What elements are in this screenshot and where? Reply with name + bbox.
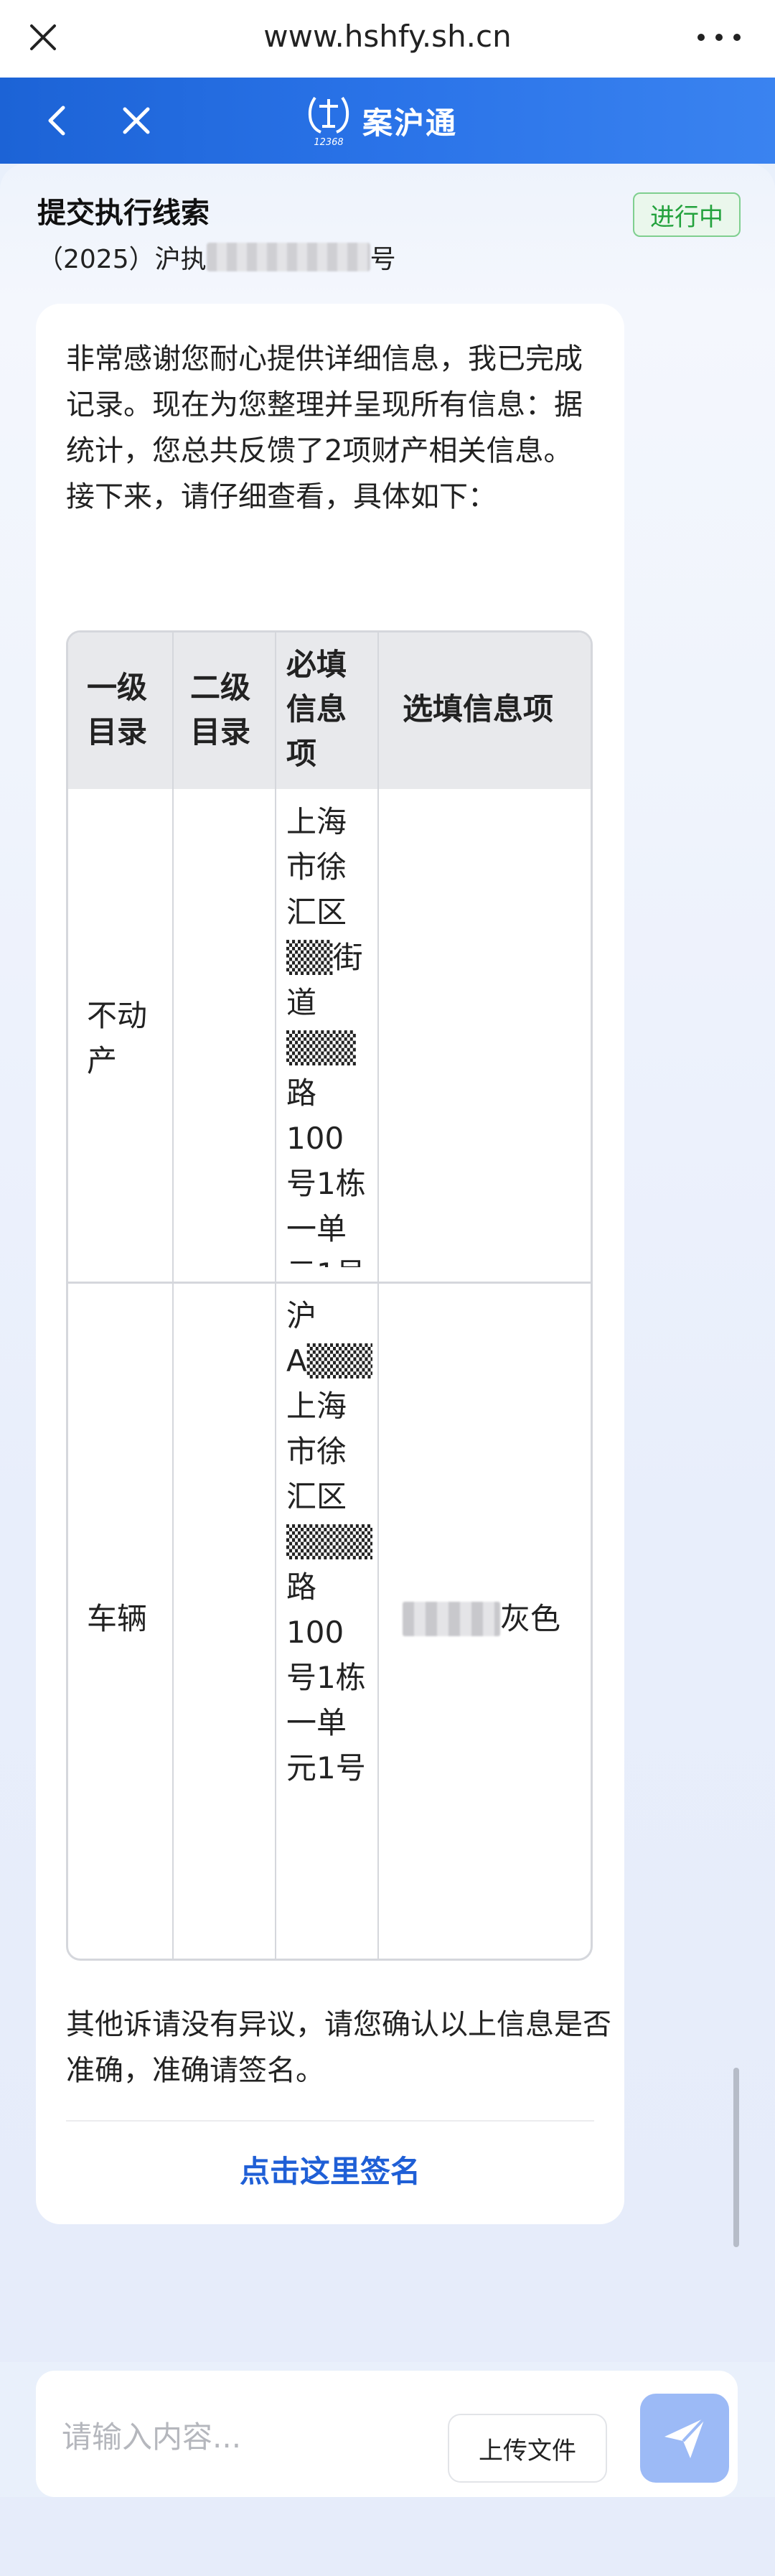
court-logo-icon: 12368 [308, 96, 349, 148]
composer: 上传文件 [36, 2371, 738, 2497]
asset-table: 一级目录 二级目录 必填信息项 选填信息项 不动产 上海市徐汇区▒▒街道▒▒▒路… [66, 630, 593, 1961]
header-level1: 一级目录 [87, 670, 148, 750]
message-intro: 非常感谢您耐心提供详细信息，我已完成记录。现在为您整理并呈现所有信息：据统计，您… [66, 342, 583, 513]
more-icon [698, 34, 705, 41]
row1-required: 上海市徐汇区▒▒街道▒▒▒路100号1栋一单元1号 [286, 799, 372, 1267]
header-optional: 选填信息项 [403, 691, 554, 727]
redacted-case-number [206, 243, 370, 271]
status-badge: 进行中 [633, 192, 741, 237]
case-number-suffix: 号 [370, 245, 396, 274]
row2-required: 沪A▒▒▒，上海市徐汇区▒▒▒▒路100号1栋一单元1号 [286, 1293, 372, 1939]
column-divider [172, 633, 174, 1959]
case-summary: 提交执行线索 （2025）沪执 号 进行中 [0, 164, 775, 304]
back-icon [48, 106, 65, 136]
browser-more-button[interactable] [698, 20, 741, 55]
app-header: 12368 案沪通 [0, 78, 775, 164]
send-icon [664, 2417, 706, 2458]
row-divider [68, 1282, 591, 1284]
back-button[interactable] [36, 99, 79, 142]
column-divider [275, 633, 276, 1959]
redacted-optional-info [403, 1601, 500, 1636]
send-button[interactable] [640, 2394, 729, 2483]
header-close-button[interactable] [115, 99, 158, 142]
logo-caption: 12368 [314, 137, 343, 148]
upload-file-button[interactable]: 上传文件 [448, 2414, 607, 2483]
header-level2: 二级目录 [190, 670, 251, 750]
row2-required-text: 沪A▒▒▒，上海市徐汇区▒▒▒▒路100号1栋一单元1号 [286, 1298, 372, 1786]
message-divider [66, 2120, 594, 2122]
scrollbar[interactable] [733, 2068, 739, 2247]
message-input[interactable] [62, 2414, 435, 2460]
browser-bar: www.hshfy.sh.cn [0, 0, 775, 78]
row2-level1: 车辆 [87, 1601, 148, 1636]
sign-here-link[interactable]: 点击这里签名 [36, 2147, 624, 2191]
close-icon [123, 107, 150, 134]
row1-required-text: 上海市徐汇区▒▒街道▒▒▒路100号1栋一单元1号 [286, 804, 366, 1267]
case-number-prefix: （2025）沪执 [37, 245, 207, 274]
assistant-message: 非常感谢您耐心提供详细信息，我已完成记录。现在为您整理并呈现所有信息：据统计，您… [36, 304, 624, 2224]
message-outro: 其他诉请没有异议，请您确认以上信息是否准确，准确请签名。 [66, 2008, 611, 2087]
more-icon-dot [733, 34, 741, 41]
app-title: 案沪通 [362, 105, 458, 141]
header-brand: 12368 案沪通 [305, 93, 457, 148]
column-divider [377, 633, 379, 1959]
row2-optional-text: 灰色 [500, 1601, 561, 1636]
case-title: 提交执行线索 [37, 197, 210, 230]
bottom-safe-area [0, 2497, 775, 2576]
more-icon-dot [715, 34, 723, 41]
row2-optional: 灰色 [403, 1596, 582, 1641]
row1-level1: 不动产 [87, 998, 148, 1078]
case-number: （2025）沪执 号 [37, 238, 396, 276]
browser-url: www.hshfy.sh.cn [263, 19, 512, 54]
header-required: 必填信息项 [286, 647, 347, 771]
